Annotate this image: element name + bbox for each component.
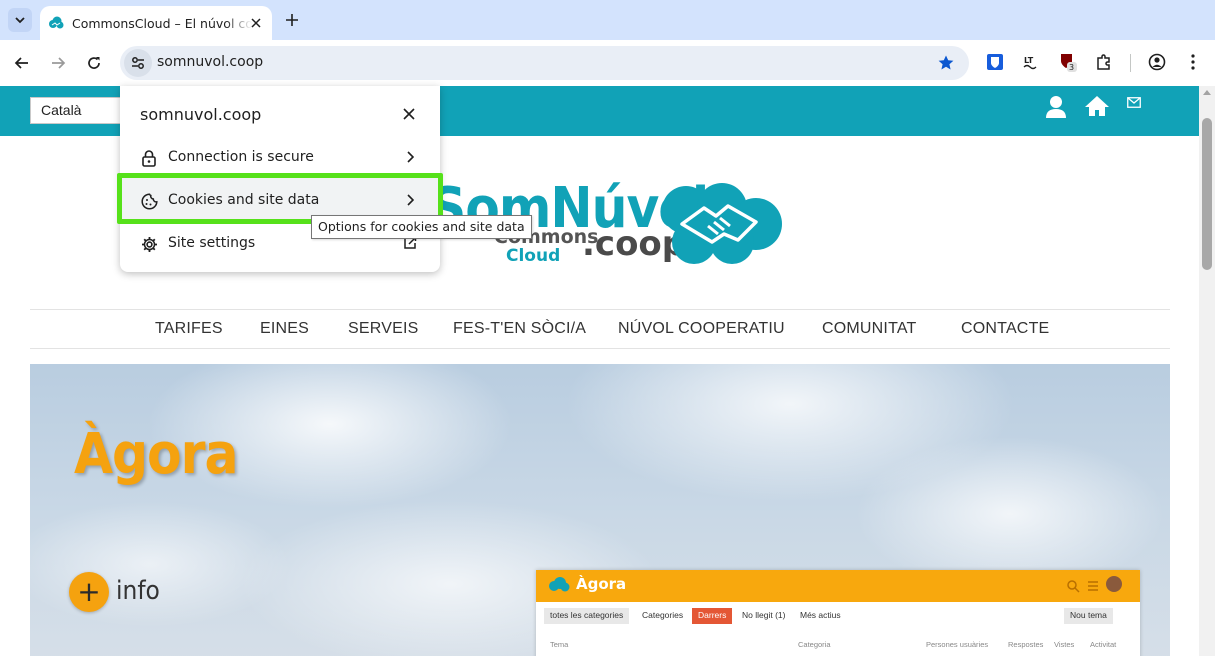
- languagetool-icon: LT: [1023, 56, 1037, 70]
- hero-title: Àgora: [74, 422, 239, 487]
- reload-button[interactable]: [82, 51, 106, 75]
- extension-bitwarden-button[interactable]: [985, 52, 1005, 72]
- site-settings-label: Site settings: [168, 235, 256, 251]
- preview-search-icon: [1067, 580, 1080, 593]
- mail-icon[interactable]: [1127, 97, 1141, 108]
- nav-item-tarifes[interactable]: TARIFES: [155, 320, 223, 338]
- commonscloud-favicon-icon: [49, 16, 64, 29]
- ublock-shield-icon: 3: [1061, 54, 1077, 72]
- url-text[interactable]: somnuvol.coop: [157, 54, 263, 70]
- extension-languagetool-button[interactable]: LT: [1021, 52, 1041, 72]
- logo-cloud-text: Cloud: [506, 246, 561, 266]
- toolbar-divider: [1130, 54, 1131, 72]
- lock-icon: [140, 149, 158, 167]
- forward-button[interactable]: [46, 51, 70, 75]
- connection-secure-label: Connection is secure: [168, 149, 314, 165]
- preview-cloud-icon: [549, 577, 570, 592]
- active-tab[interactable]: CommonsCloud – El núvol cooperatiu: [40, 6, 272, 40]
- extensions-menu-button[interactable]: [1094, 52, 1114, 72]
- preview-category-filter: totes les categories: [544, 608, 630, 624]
- more-vertical-icon: [1191, 54, 1195, 70]
- nav-item-comunitat[interactable]: COMUNITAT: [822, 320, 917, 338]
- handshake-cloud-icon: [662, 183, 782, 264]
- connection-secure-row[interactable]: Connection is secure: [120, 137, 440, 177]
- preview-tab-categories: Categories: [642, 610, 684, 620]
- plus-icon: [286, 14, 298, 26]
- preview-col-categoria: Categoria: [798, 640, 831, 649]
- tune-icon: [132, 57, 144, 69]
- tab-search-button[interactable]: [8, 8, 32, 32]
- back-arrow-icon: [14, 57, 28, 69]
- agora-preview-screenshot: Àgora totes les categories Categories Da…: [536, 570, 1140, 656]
- scroll-thumb[interactable]: [1202, 118, 1212, 270]
- extension-ublock-button[interactable]: 3: [1058, 52, 1078, 72]
- preview-col-persones: Persones usuàries: [926, 640, 989, 649]
- home-icon[interactable]: [1084, 95, 1110, 117]
- nav-item-fes-ten-socia[interactable]: FES-T'EN SÒCI/A: [453, 320, 586, 338]
- preview-menu-icon: [1088, 581, 1098, 591]
- preview-avatar: [1106, 576, 1122, 592]
- preview-tab-darrers: Darrers: [692, 608, 733, 624]
- profile-button[interactable]: [1147, 52, 1167, 72]
- preview-col-vistes: Vistes: [1054, 640, 1075, 649]
- new-tab-button[interactable]: [282, 10, 302, 30]
- preview-logo-text: Àgora: [576, 575, 627, 593]
- gear-icon: [140, 235, 158, 253]
- hero-banner: Àgora + info Àgora totes les categories …: [30, 364, 1170, 656]
- preview-tab-mes-actius: Més actius: [800, 610, 841, 620]
- info-label[interactable]: info: [116, 576, 160, 606]
- browser-toolbar: somnuvol.coop LT 3: [0, 40, 1215, 86]
- preview-col-activitat: Activitat: [1090, 640, 1117, 649]
- forward-arrow-icon: [52, 57, 66, 69]
- page-scrollbar[interactable]: [1199, 86, 1215, 656]
- popup-title: somnuvol.coop: [140, 105, 262, 124]
- chevron-down-icon: [15, 17, 25, 24]
- back-button[interactable]: [10, 51, 34, 75]
- reload-icon: [88, 57, 100, 69]
- plus-info-button[interactable]: +: [69, 572, 109, 612]
- site-info-button[interactable]: [124, 49, 152, 77]
- puzzle-icon: [1097, 54, 1110, 70]
- preview-new-topic-button: Nou tema: [1064, 608, 1113, 624]
- nav-item-eines[interactable]: EINES: [260, 320, 309, 338]
- language-select[interactable]: Català: [30, 97, 130, 124]
- cookies-tooltip: Options for cookies and site data: [311, 215, 532, 239]
- preview-header: Àgora: [536, 570, 1140, 602]
- nav-item-nuvol-cooperatiu[interactable]: NÚVOL COOPERATIU: [618, 320, 785, 338]
- browser-menu-button[interactable]: [1183, 52, 1203, 72]
- chevron-right-icon: [402, 149, 418, 165]
- tab-close-icon[interactable]: [248, 15, 264, 31]
- ublock-badge-count: 3: [1069, 63, 1074, 72]
- preview-tab-no-llegit: No llegit (1): [742, 610, 786, 620]
- nav-item-contacte[interactable]: CONTACTE: [961, 320, 1049, 338]
- close-icon[interactable]: [401, 106, 417, 122]
- preview-col-tema: Tema: [550, 640, 569, 649]
- main-navigation: TARIFES EINES SERVEIS FES-T'EN SÒCI/A NÚ…: [30, 309, 1170, 349]
- tab-strip: CommonsCloud – El núvol cooperatiu: [0, 0, 1215, 40]
- scroll-up-arrow-icon[interactable]: [1203, 90, 1211, 95]
- user-icon[interactable]: [1045, 95, 1067, 119]
- nav-item-serveis[interactable]: SERVEIS: [348, 320, 418, 338]
- tab-title: CommonsCloud – El núvol cooperatiu: [72, 15, 252, 31]
- preview-col-respostes: Respostes: [1008, 640, 1044, 649]
- account-circle-icon: [1148, 53, 1166, 71]
- address-bar[interactable]: somnuvol.coop: [120, 46, 969, 80]
- bookmark-star-icon[interactable]: [937, 54, 955, 72]
- shield-key-icon: [987, 54, 1003, 70]
- svg-text:LT: LT: [1024, 56, 1034, 65]
